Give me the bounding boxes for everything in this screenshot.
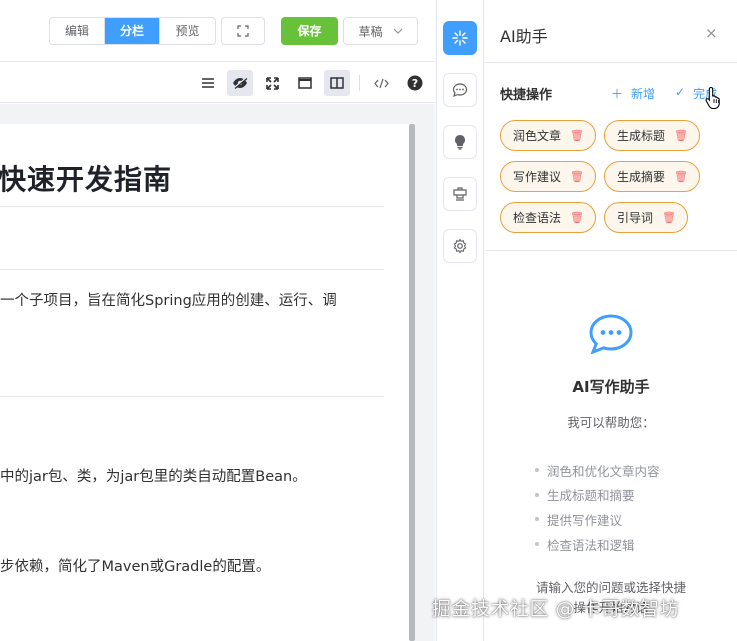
preview-pane: 快速开发指南 一个子项目，旨在简化Spring应用的创建、运行、调 中的jar包… bbox=[0, 124, 410, 641]
add-label: 新增 bbox=[631, 87, 656, 101]
quick-action-chip[interactable]: 润色文章 🗑 bbox=[500, 120, 596, 151]
toolbar-divider bbox=[359, 75, 360, 91]
window-icon bbox=[298, 77, 312, 89]
menu-icon bbox=[202, 78, 214, 88]
feature-text: 润色和优化文章内容 bbox=[547, 463, 660, 479]
bullet-dot bbox=[535, 517, 539, 522]
empty-state-subtitle: 我可以帮助您： bbox=[567, 415, 655, 430]
draft-dropdown[interactable]: 草稿 bbox=[343, 17, 418, 45]
bullet-dot bbox=[535, 492, 539, 497]
draft-label: 草稿 bbox=[358, 24, 383, 39]
mode-edit-button[interactable]: 编辑 bbox=[50, 18, 105, 44]
chat-bubble-icon bbox=[589, 314, 633, 354]
quick-action-chip[interactable]: 引导词 🗑 bbox=[604, 202, 688, 233]
close-button[interactable]: × bbox=[705, 24, 718, 42]
side-icon-rail bbox=[436, 0, 484, 641]
list-item: 润色和优化文章内容 bbox=[535, 458, 660, 483]
quick-action-chip[interactable]: 生成摘要 🗑 bbox=[604, 161, 700, 192]
svg-text:?: ? bbox=[412, 77, 418, 90]
settings-button[interactable] bbox=[443, 229, 477, 263]
check-icon: ✓ bbox=[675, 85, 686, 99]
preview-container: 快速开发指南 一个子项目，旨在简化Spring应用的创建、运行、调 中的jar包… bbox=[0, 104, 435, 641]
add-quick-action-button[interactable]: ＋ 新增 bbox=[611, 85, 655, 102]
trash-icon[interactable]: 🗑 bbox=[674, 170, 688, 183]
fullscreen-button[interactable] bbox=[221, 17, 265, 45]
help-icon: ? bbox=[407, 75, 423, 91]
chat-icon bbox=[452, 83, 468, 98]
toc-button[interactable] bbox=[195, 70, 221, 96]
document-title: 快速开发指南 bbox=[0, 163, 173, 196]
sparkle-icon bbox=[452, 30, 468, 46]
chat-button[interactable] bbox=[443, 73, 477, 107]
split-view-button[interactable] bbox=[324, 70, 350, 96]
save-button[interactable]: 保存 bbox=[281, 17, 338, 45]
bullet-dot bbox=[535, 542, 539, 547]
trash-icon[interactable]: 🗑 bbox=[674, 129, 688, 142]
watermark: 掘金技术社区 @ 卡哥数智坊 bbox=[432, 598, 680, 620]
paragraph-starter: 步依赖，简化了Maven或Gradle的配置。 bbox=[0, 559, 271, 575]
chevron-down-icon bbox=[393, 28, 402, 34]
chip-label: 引导词 bbox=[617, 211, 654, 225]
section-divider bbox=[0, 269, 384, 270]
preview-scrollbar[interactable] bbox=[409, 124, 415, 641]
assistant-empty-state: AI写作助手 我可以帮助您： 润色和优化文章内容 生成标题和摘要 提供写作建议 … bbox=[485, 252, 737, 641]
feature-text: 生成标题和摘要 bbox=[547, 488, 635, 504]
chip-label: 生成标题 bbox=[617, 129, 666, 143]
title-divider bbox=[0, 206, 384, 207]
trash-icon[interactable]: 🗑 bbox=[570, 211, 584, 224]
chip-label: 润色文章 bbox=[513, 129, 562, 143]
empty-state-title: AI写作助手 bbox=[572, 378, 650, 396]
help-button[interactable]: ? bbox=[402, 70, 428, 96]
trash-icon[interactable]: 🗑 bbox=[570, 170, 584, 183]
view-mode-group: 编辑 分栏 预览 bbox=[49, 17, 216, 45]
templates-button[interactable] bbox=[443, 177, 477, 211]
feature-text: 检查语法和逻辑 bbox=[547, 537, 635, 553]
quick-action-chip[interactable]: 生成标题 🗑 bbox=[604, 120, 700, 151]
panel-title: AI助手 bbox=[500, 27, 548, 46]
source-code-button[interactable] bbox=[368, 70, 394, 96]
expand-button[interactable] bbox=[259, 70, 285, 96]
quick-action-chip[interactable]: 检查语法 🗑 bbox=[500, 202, 596, 233]
editor-toolbar: ? bbox=[0, 63, 435, 103]
bullet-dot bbox=[535, 468, 539, 473]
paragraph-autoconfig: 中的jar包、类，为jar包里的类自动配置Bean。 bbox=[0, 469, 307, 485]
fullscreen-icon bbox=[237, 25, 249, 37]
chip-label: 写作建议 bbox=[513, 170, 562, 184]
pointer-cursor-icon bbox=[705, 86, 720, 110]
top-action-bar: 编辑 分栏 预览 保存 草稿 bbox=[0, 0, 435, 62]
list-item: 提供写作建议 bbox=[535, 507, 660, 532]
quick-actions-title: 快捷操作 bbox=[500, 88, 553, 103]
list-item: 检查语法和逻辑 bbox=[535, 532, 660, 557]
ideas-button[interactable] bbox=[443, 125, 477, 159]
gear-icon bbox=[453, 238, 467, 254]
quick-actions-section: 快捷操作 ＋ 新增 ✓ 完成 润色文章 🗑 生成标题 🗑 写作建议 🗑 生成摘要… bbox=[485, 64, 737, 251]
stamp-icon bbox=[453, 187, 467, 201]
toggle-preview-button[interactable] bbox=[227, 70, 253, 96]
expand-icon bbox=[265, 76, 279, 90]
plus-icon: ＋ bbox=[611, 87, 624, 101]
chip-label: 检查语法 bbox=[513, 211, 562, 225]
page-fullscreen-button[interactable] bbox=[292, 70, 318, 96]
panel-header: AI助手 × bbox=[485, 0, 737, 63]
list-item: 生成标题和摘要 bbox=[535, 483, 660, 508]
ai-assistant-panel: AI助手 × 快捷操作 ＋ 新增 ✓ 完成 润色文章 🗑 生成标题 🗑 写作建议… bbox=[485, 0, 737, 641]
trash-icon[interactable]: 🗑 bbox=[662, 211, 676, 224]
mode-preview-button[interactable]: 预览 bbox=[160, 18, 215, 44]
lightbulb-icon bbox=[455, 135, 465, 150]
paragraph-intro: 一个子项目，旨在简化Spring应用的创建、运行、调 bbox=[0, 293, 337, 309]
split-view-icon bbox=[330, 77, 344, 89]
section-divider bbox=[0, 396, 384, 397]
eye-off-icon bbox=[233, 77, 248, 89]
quick-action-chip[interactable]: 写作建议 🗑 bbox=[500, 161, 596, 192]
ai-assistant-button[interactable] bbox=[443, 21, 477, 55]
chip-label: 生成摘要 bbox=[617, 170, 666, 184]
feature-list: 润色和优化文章内容 生成标题和摘要 提供写作建议 检查语法和逻辑 bbox=[535, 458, 660, 556]
mode-split-button[interactable]: 分栏 bbox=[105, 18, 160, 44]
feature-text: 提供写作建议 bbox=[547, 512, 623, 528]
code-icon bbox=[373, 78, 389, 88]
trash-icon[interactable]: 🗑 bbox=[570, 129, 584, 142]
